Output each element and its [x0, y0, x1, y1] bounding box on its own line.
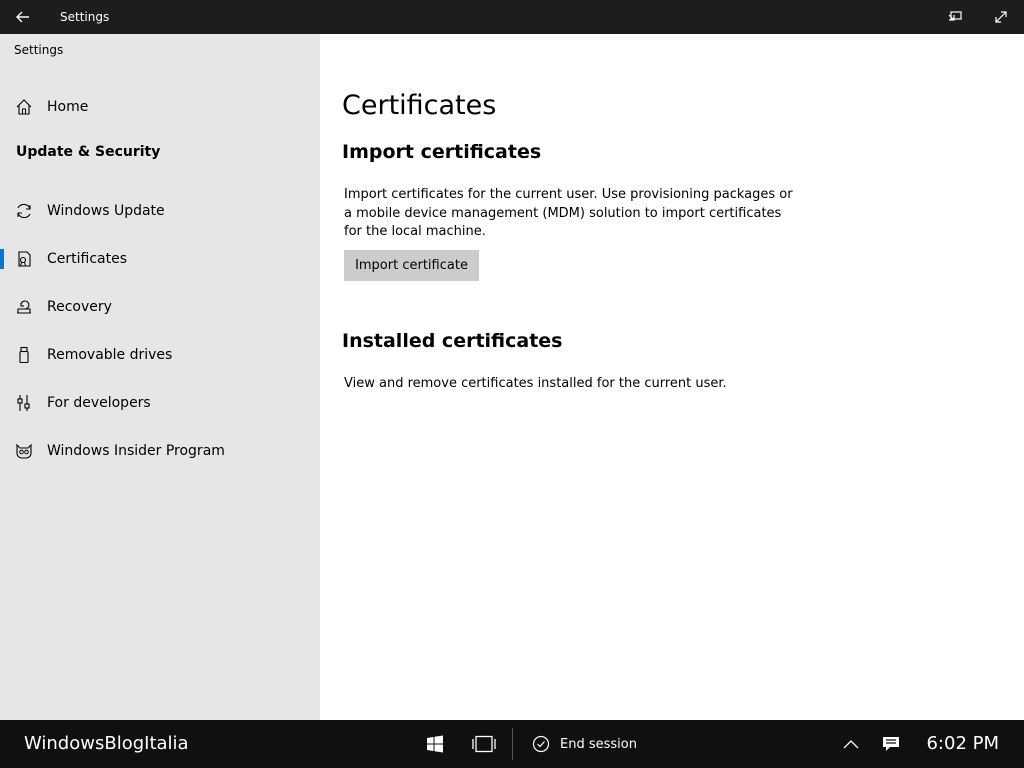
developer-tools-icon — [17, 395, 30, 411]
tablet-mode-icon — [948, 11, 962, 21]
task-view-button[interactable] — [471, 732, 497, 756]
import-certificates-description: Import certificates for the current user… — [344, 187, 793, 239]
sidebar-item-label: Certificates — [47, 251, 128, 267]
expand-icon — [995, 11, 1007, 23]
home-icon — [16, 99, 32, 115]
window-title: Settings — [60, 10, 110, 24]
sidebar-section-title: Update & Security — [16, 144, 161, 160]
sidebar-item-removable-drives[interactable]: Removable drives — [0, 335, 320, 375]
taskbar-brand: WindowsBlogItalia — [24, 733, 189, 754]
title-bar: Settings — [0, 0, 1024, 34]
sidebar-item-windows-update[interactable]: Windows Update — [0, 191, 320, 231]
recovery-icon — [17, 300, 31, 314]
sidebar-item-label: Recovery — [47, 299, 112, 315]
content-pane: Certificates Import certificates Import … — [320, 34, 1024, 720]
sidebar-app-label: Settings — [14, 43, 64, 57]
refresh-icon — [17, 203, 31, 219]
installed-certificates-heading: Installed certificates — [342, 330, 563, 352]
sidebar-item-certificates[interactable]: Certificates — [0, 239, 320, 279]
end-session-button[interactable]: End session — [532, 734, 637, 754]
notification-icon — [883, 737, 899, 751]
windows-logo-icon — [427, 735, 443, 753]
sidebar-item-home[interactable]: Home — [0, 87, 320, 127]
sidebar-item-label: Home — [47, 99, 89, 115]
taskbar-divider — [512, 728, 513, 760]
sidebar-item-label: For developers — [47, 395, 151, 411]
certificate-icon — [18, 251, 31, 267]
sidebar-item-label: Windows Insider Program — [47, 443, 225, 459]
tablet-mode-button[interactable] — [932, 0, 978, 34]
expand-button[interactable] — [978, 0, 1024, 34]
back-button[interactable] — [0, 0, 46, 34]
task-view-icon — [472, 735, 496, 753]
selection-indicator — [0, 249, 4, 269]
start-button[interactable] — [423, 732, 447, 756]
import-certificates-heading: Import certificates — [342, 141, 542, 163]
taskbar-clock[interactable]: 6:02 PM — [926, 733, 999, 754]
back-arrow-icon — [16, 11, 29, 23]
page-title: Certificates — [342, 90, 497, 121]
sidebar-item-recovery[interactable]: Recovery — [0, 287, 320, 327]
installed-certificates-description: View and remove certificates installed f… — [344, 376, 727, 391]
check-circle-icon — [532, 735, 550, 753]
sidebar: Settings Home Update & Security Windows … — [0, 34, 320, 720]
chevron-up-icon — [843, 740, 859, 749]
sidebar-item-label: Removable drives — [47, 347, 173, 363]
sidebar-item-label: Windows Update — [47, 203, 165, 219]
sidebar-item-windows-insider-program[interactable]: Windows Insider Program — [0, 431, 320, 471]
usb-drive-icon — [19, 346, 29, 364]
insider-cat-icon — [16, 443, 32, 459]
action-center-button[interactable] — [879, 732, 903, 756]
sidebar-item-for-developers[interactable]: For developers — [0, 383, 320, 423]
end-session-label: End session — [560, 736, 637, 752]
import-certificate-button[interactable]: Import certificate — [344, 250, 479, 281]
taskbar: WindowsBlogItalia End session 6:02 PM — [0, 720, 1024, 768]
show-hidden-icons-button[interactable] — [839, 732, 863, 756]
